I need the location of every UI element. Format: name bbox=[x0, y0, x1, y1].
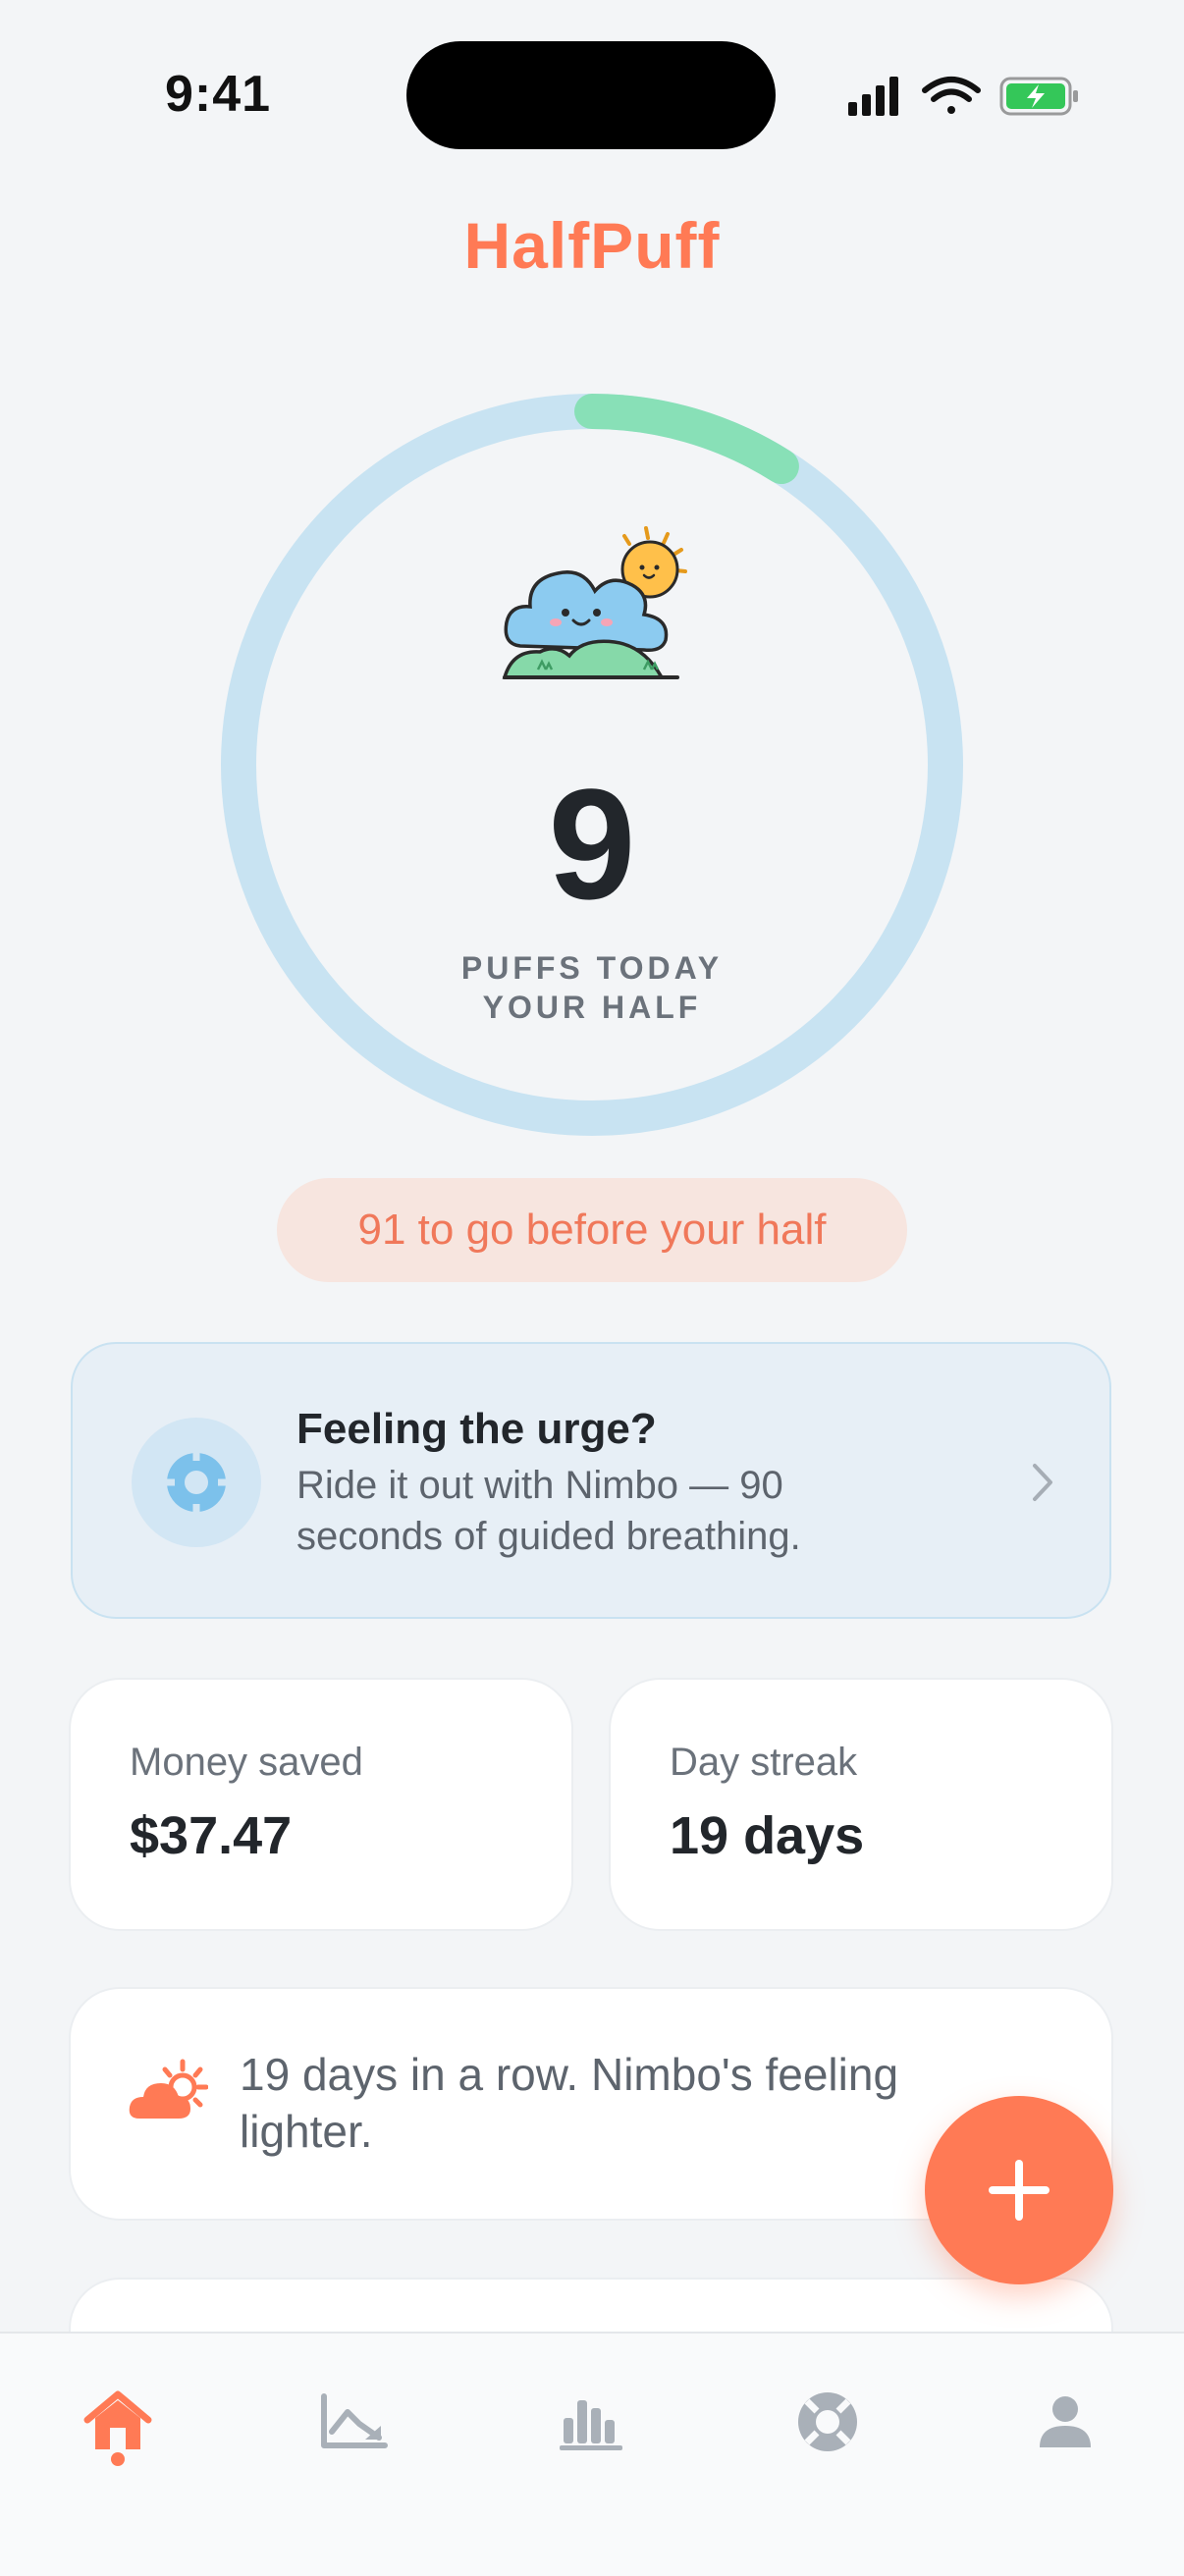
day-streak-value: 19 days bbox=[670, 1806, 865, 1865]
lifebuoy-icon bbox=[165, 1451, 228, 1514]
plus-icon bbox=[989, 2160, 1049, 2221]
remaining-pill: 91 to go before your half bbox=[277, 1178, 907, 1282]
tab-trend[interactable] bbox=[295, 2363, 412, 2481]
urge-icon-container bbox=[132, 1418, 261, 1547]
urge-breathing-card[interactable]: Feeling the urge? Ride it out with Nimbo… bbox=[71, 1342, 1111, 1619]
puff-count: 9 bbox=[548, 756, 636, 932]
money-saved-label: Money saved bbox=[130, 1741, 363, 1784]
day-streak-label: Day streak bbox=[670, 1741, 858, 1784]
urge-body: Ride it out with Nimbo — 90 seconds of g… bbox=[296, 1464, 801, 1558]
partly-sunny-icon bbox=[129, 2059, 208, 2119]
puff-caption-line1: PUFFS TODAY bbox=[460, 950, 724, 986]
dynamic-island bbox=[406, 41, 776, 149]
tab-bar bbox=[0, 2332, 1184, 2576]
chevron-right-icon bbox=[1033, 1464, 1052, 1501]
tab-support[interactable] bbox=[769, 2363, 887, 2481]
puff-caption-line2: YOUR HALF bbox=[482, 990, 702, 1025]
day-streak-card[interactable]: Day streak 19 days bbox=[611, 1680, 1111, 1929]
active-tab-indicator bbox=[111, 2452, 125, 2466]
app-title: HalfPuff bbox=[463, 209, 721, 282]
stats-icon bbox=[560, 2400, 622, 2450]
streak-message-text: 19 days in a row. Nimbo's feeling lighte… bbox=[240, 2049, 899, 2157]
tab-stats[interactable] bbox=[533, 2363, 651, 2481]
urge-title: Feeling the urge? bbox=[296, 1405, 657, 1453]
money-saved-card[interactable]: Money saved $37.47 bbox=[71, 1680, 571, 1929]
status-time: 9:41 bbox=[165, 66, 272, 123]
money-saved-value: $37.47 bbox=[130, 1806, 293, 1865]
battery-icon bbox=[999, 77, 1078, 116]
home-icon bbox=[83, 2390, 152, 2449]
support-icon bbox=[798, 2392, 857, 2451]
tab-profile[interactable] bbox=[1006, 2363, 1124, 2481]
add-puff-button[interactable] bbox=[925, 2096, 1113, 2284]
trend-icon bbox=[321, 2393, 388, 2448]
profile-icon bbox=[1040, 2396, 1091, 2447]
signal-icon bbox=[848, 77, 898, 116]
status-icons bbox=[848, 77, 1078, 116]
wifi-icon bbox=[922, 77, 981, 114]
nimbo-cloud-mascot bbox=[502, 526, 687, 679]
